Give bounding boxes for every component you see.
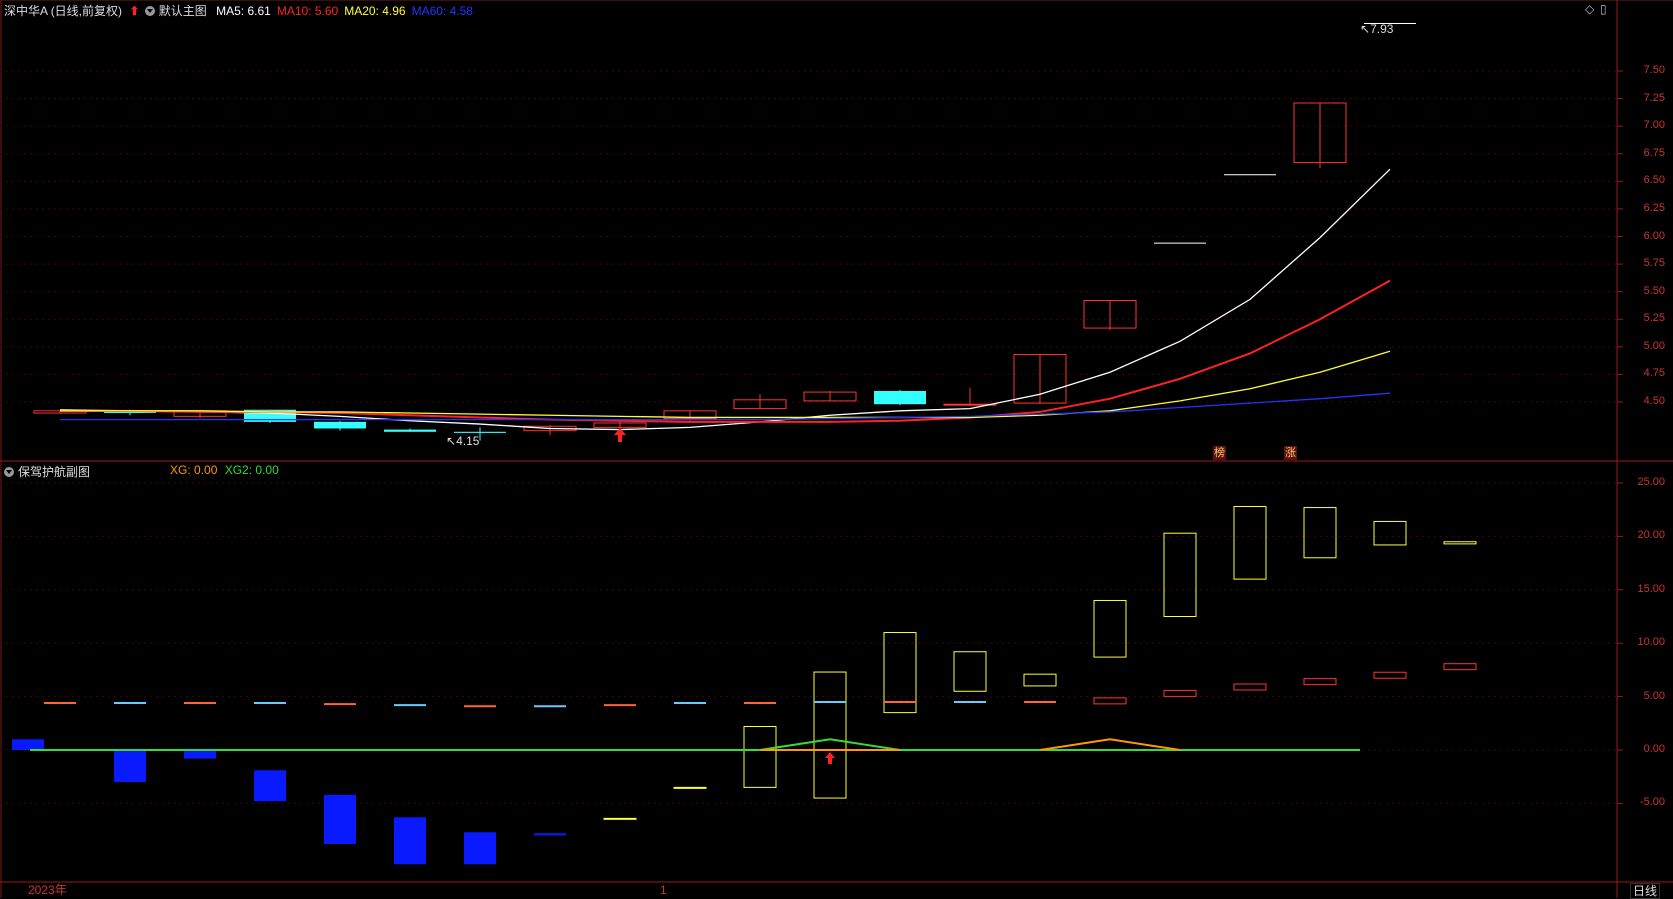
y-tick-label: 15.00 xyxy=(1637,582,1665,595)
histogram-bar xyxy=(813,671,847,799)
sub-signal-arrow-icon xyxy=(825,752,835,764)
dropdown-icon xyxy=(4,467,14,477)
histogram-bar xyxy=(1303,507,1337,559)
histogram-bar xyxy=(883,632,917,714)
ma-legend-item: MA10: 5.60 xyxy=(276,4,339,18)
histogram-bar xyxy=(184,750,216,759)
ma-line-ma5 xyxy=(59,168,1391,431)
y-tick-label: 4.50 xyxy=(1643,395,1665,407)
xg2-label: XG2: xyxy=(224,463,253,477)
xg2-value: 0.00 xyxy=(255,463,279,477)
xg-value: 0.00 xyxy=(194,463,218,477)
histogram-bar xyxy=(603,817,637,820)
marker-bar xyxy=(1373,671,1407,679)
histogram-bar xyxy=(534,833,566,836)
y-tick-label: 5.50 xyxy=(1643,284,1665,297)
histogram-bar xyxy=(1093,599,1127,658)
indicator-name: 保驾护航副图 xyxy=(18,465,91,479)
ma-legend-item: MA20: 4.96 xyxy=(344,4,406,18)
y-tick-label: 6.00 xyxy=(1643,229,1665,242)
histogram-bar xyxy=(673,786,707,789)
rank-badge[interactable]: 榜 xyxy=(1213,446,1226,460)
period-button[interactable]: 日线 xyxy=(1630,883,1661,899)
y-tick-label: 7.00 xyxy=(1643,119,1665,132)
diamond-icon[interactable]: ◇ xyxy=(1585,2,1594,16)
candle-body xyxy=(314,421,366,429)
red-up-arrow-icon: ⬆ xyxy=(129,4,140,18)
y-tick-label: -5.00 xyxy=(1639,796,1665,809)
y-tick-label: 5.25 xyxy=(1643,312,1665,325)
sub-chart xyxy=(12,505,1477,865)
xg-legend: XG: 0.00 XG2: 0.00 xyxy=(170,463,279,479)
xg2-signal xyxy=(759,738,901,751)
candle-body xyxy=(454,431,506,433)
marker-bar xyxy=(1233,683,1267,691)
window-toggle-icon[interactable]: ▯ xyxy=(1600,2,1607,16)
histogram-bar xyxy=(394,817,426,865)
y-tick-label: 0.00 xyxy=(1643,743,1665,755)
main-grid xyxy=(0,70,1623,403)
ma-legend-item: MA5: 6.61 xyxy=(216,4,271,18)
ma-line-ma20 xyxy=(60,350,1391,419)
ma-line-ma10 xyxy=(60,279,1391,423)
sub-chart-selector[interactable]: 保驾护航副图 xyxy=(4,465,90,479)
histogram-bar xyxy=(1163,532,1197,617)
marker-bar xyxy=(1303,678,1337,686)
histogram-bar xyxy=(1443,541,1477,545)
low-price-value: 4.15 xyxy=(456,434,480,448)
histogram-bar xyxy=(1233,505,1267,580)
candle-body xyxy=(384,429,436,432)
y-tick-label: 6.50 xyxy=(1643,174,1665,187)
y-tick-label: 5.00 xyxy=(1643,339,1665,352)
main-chart-name: 默认主图 xyxy=(158,4,207,18)
main-chart-selector[interactable]: 默认主图 xyxy=(144,4,210,18)
y-tick-label: 25.00 xyxy=(1637,476,1665,488)
marker-bar xyxy=(1093,697,1127,705)
month-label: 1 xyxy=(660,883,667,897)
chart-canvas xyxy=(0,0,1673,898)
xg-signal xyxy=(1039,738,1181,751)
high-price-label: ↖7.93 xyxy=(1360,22,1394,36)
histogram-bar xyxy=(114,750,146,783)
year-label: 2023年 xyxy=(28,883,67,897)
histogram-bar xyxy=(1023,673,1057,687)
candle-body xyxy=(874,390,926,405)
period-mode: (日线,前复权) xyxy=(50,4,123,18)
histogram-bar xyxy=(953,651,987,692)
histogram-bar xyxy=(12,739,44,750)
sub-title-bar: 保驾护航副图 xyxy=(4,463,90,479)
marker-bar xyxy=(1443,663,1477,671)
dropdown-icon xyxy=(144,6,155,16)
y-tick-label: 7.50 xyxy=(1643,64,1665,76)
y-tick-label: 6.25 xyxy=(1643,201,1665,214)
y-tick-label: 5.00 xyxy=(1643,689,1665,702)
sub-grid xyxy=(0,482,1623,804)
y-tick-label: 5.75 xyxy=(1643,257,1665,270)
y-tick-label: 6.75 xyxy=(1643,146,1665,159)
ma-legend-item: MA60: 4.58 xyxy=(411,4,473,18)
y-tick-label: 10.00 xyxy=(1637,636,1665,649)
xg-label: XG: xyxy=(170,463,191,477)
main-title-bar: 深中华A (日线,前复权) ⬆ 默认主图 MA5: 6.61 MA10: 5.60… xyxy=(4,2,479,18)
histogram-bar xyxy=(464,832,496,865)
y-tick-label: 20.00 xyxy=(1637,529,1665,542)
histogram-bar xyxy=(1373,520,1407,546)
y-tick-label: 7.25 xyxy=(1643,91,1665,104)
histogram-bar xyxy=(254,770,286,802)
y-tick-label: 4.75 xyxy=(1643,367,1665,380)
histogram-bar xyxy=(324,794,356,844)
ma-legend: MA5: 6.61 MA10: 5.60 MA20: 4.96 MA60: 4.58 xyxy=(216,4,479,18)
limit-up-badge[interactable]: 涨 xyxy=(1284,446,1297,460)
high-price-value: 7.93 xyxy=(1370,22,1394,36)
stock-name: 深中华A xyxy=(4,4,48,18)
main-chart xyxy=(33,23,1416,442)
marker-bar xyxy=(1163,689,1197,697)
histogram-bar xyxy=(743,726,777,788)
low-price-label: ↖4.15 xyxy=(446,434,480,448)
